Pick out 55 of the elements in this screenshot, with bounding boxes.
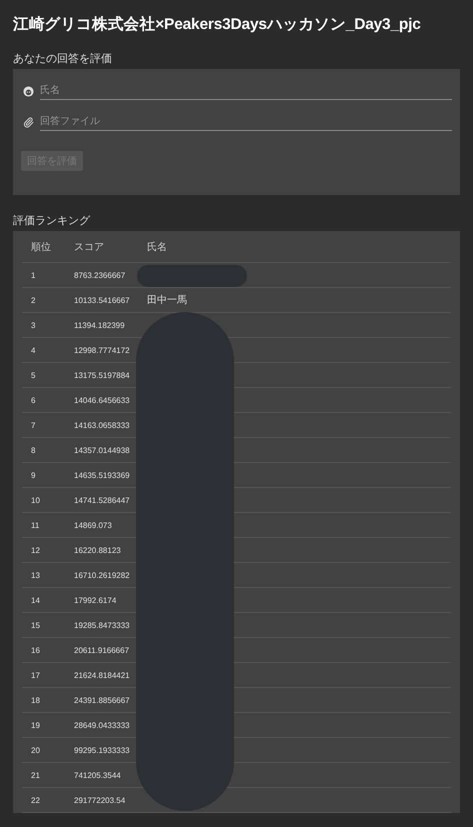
section-heading: 評価ランキング: [13, 214, 92, 228]
rank-cell-text: 16: [30, 646, 41, 654]
rank-cell-text: 10: [30, 496, 41, 504]
score-cell-text: 8763.2366667: [73, 270, 126, 280]
rank-cell-text: 18: [30, 696, 41, 704]
rank-cell-text: 8: [30, 446, 36, 454]
rank-cell-text: 9: [30, 470, 36, 480]
page-title: 江崎グリコ株式会社×Peakers3Daysハッカソン_Day3_pjc: [13, 14, 421, 35]
rank-cell-text: 17: [30, 670, 41, 680]
column-header: 氏名: [146, 240, 168, 254]
score-cell-text: 99295.1933333: [73, 746, 131, 754]
rank-cell-text: 11: [30, 520, 40, 530]
name-cell-text: 田中一馬: [146, 294, 188, 307]
rank-cell-text: 15: [30, 620, 41, 630]
rank-cell-text: 20: [30, 746, 41, 754]
score-cell-text: 291772203.54: [73, 796, 126, 804]
rank-cell-text: 21: [30, 770, 41, 780]
paperclip-icon: [23, 117, 34, 128]
file-field[interactable]: 回答ファイル: [40, 114, 452, 131]
score-cell-text: 21624.8184421: [73, 670, 131, 680]
score-cell-text: 11394.182399: [73, 320, 126, 330]
score-cell-text: 14163.0658333: [73, 420, 131, 430]
rank-cell-text: 1: [30, 270, 36, 280]
rank-cell-text: 13: [30, 570, 41, 580]
name-field[interactable]: 氏名: [40, 83, 452, 100]
rank-cell-text: 3: [30, 320, 36, 330]
section-heading: あなたの回答を評価: [13, 52, 113, 66]
rank-cell-text: 22: [30, 796, 41, 804]
rank-cell-text: 14: [30, 596, 41, 604]
score-cell-text: 14046.6456633: [73, 396, 131, 404]
column-header: スコア: [73, 240, 105, 254]
score-cell-text: 14635.5193369: [73, 470, 131, 480]
score-cell-text: 13175.5197884: [73, 370, 131, 380]
score-cell-text: 14741.5286447: [73, 496, 131, 504]
rank-cell-text: 2: [30, 296, 36, 304]
score-cell-text: 14357.0144938: [73, 446, 131, 454]
rank-cell-text: 6: [30, 396, 36, 404]
account-icon: [23, 86, 34, 97]
score-cell-text: 16710.2619282: [73, 570, 131, 580]
score-cell-text: 10133.5416667: [73, 296, 131, 304]
score-cell-text: 20611.9166667: [73, 646, 130, 654]
rank-cell-text: 5: [30, 370, 36, 380]
score-cell-text: 14869.073: [73, 520, 113, 530]
rank-cell-text: 12: [30, 546, 41, 554]
score-cell-text: 24391.8856667: [73, 696, 131, 704]
score-cell-text: 16220.88123: [73, 546, 122, 554]
score-cell-text: 19285.8473333: [73, 620, 131, 630]
rank-cell-text: 19: [30, 720, 41, 730]
rank-cell-text: 7: [30, 420, 36, 430]
rank-cell-text: 4: [30, 346, 36, 354]
score-cell-text: 12998.7774172: [73, 346, 131, 354]
column-header: 順位: [30, 240, 52, 254]
score-cell-text: 741205.3544: [73, 770, 122, 780]
score-cell-text: 28649.0433333: [73, 720, 131, 730]
score-cell-text: 17992.6174: [73, 596, 118, 604]
